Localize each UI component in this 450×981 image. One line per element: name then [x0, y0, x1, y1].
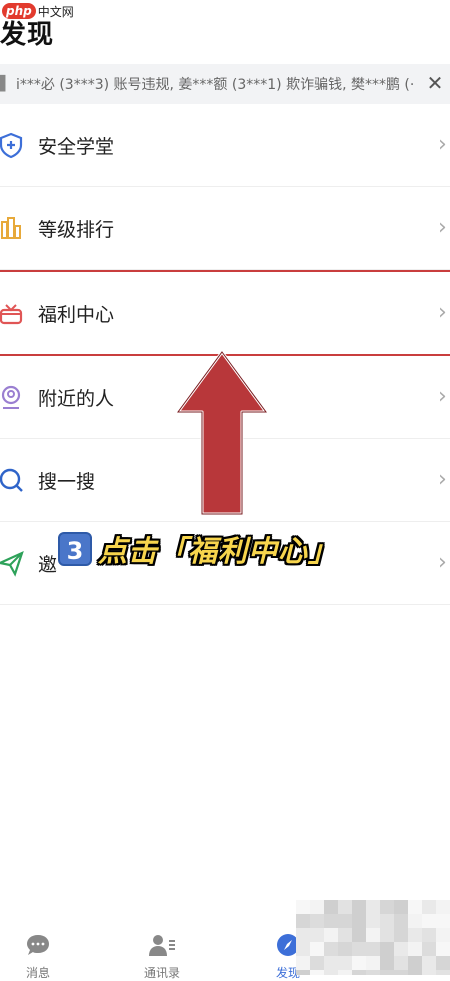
tab-contacts[interactable]: 通讯录 [132, 932, 192, 981]
tab-messages[interactable]: 消息 [8, 932, 68, 981]
pointer-arrow-icon [172, 348, 272, 522]
watermark-text: 中文网 [37, 4, 74, 19]
speaker-icon: ▌ [0, 76, 11, 92]
menu-item-label: 福利中心 [38, 303, 115, 326]
notice-ticker: ▌ i***必 (3***3) 账号违规, 姜***额 (3***1) 欺诈骗钱… [0, 64, 450, 104]
pixelated-overlay [296, 900, 450, 975]
chevron-right-icon: › [438, 300, 447, 325]
chevron-right-icon: › [438, 215, 447, 240]
site-watermark: php 中文网 [0, 0, 74, 22]
paper-plane-icon [0, 548, 26, 578]
menu-item-label: 等级排行 [38, 218, 115, 241]
location-pin-icon [0, 382, 26, 412]
shield-icon [0, 130, 26, 160]
menu-item-label: 附近的人 [38, 387, 115, 410]
step-instruction: 点击「福利中心」 [98, 534, 339, 568]
step-number-badge: 3 [58, 532, 92, 566]
search-icon [0, 465, 26, 495]
menu-item-safety-school[interactable]: 安全学堂 › [0, 104, 450, 187]
menu-item-label: 安全学堂 [38, 135, 115, 158]
gift-icon [0, 298, 26, 328]
tab-label: 通讯录 [143, 966, 180, 980]
close-icon[interactable]: ✕ [424, 72, 446, 94]
trophy-icon [0, 213, 26, 243]
chevron-right-icon: › [438, 467, 447, 492]
contacts-icon [147, 935, 177, 962]
menu-item-welfare-center[interactable]: 福利中心 › [0, 270, 450, 356]
ticker-text: i***必 (3***3) 账号违规, 姜***额 (3***1) 欺诈骗钱, … [16, 77, 415, 93]
step-caption: 3 点击「福利中心」 [58, 528, 338, 570]
menu-item-level-ranking[interactable]: 等级排行 › [0, 187, 450, 270]
chevron-right-icon: › [438, 550, 447, 575]
tab-label: 消息 [25, 966, 50, 980]
chat-bubble-icon [25, 935, 51, 962]
menu-item-label: 邀 [38, 553, 58, 576]
php-logo: php [2, 3, 36, 19]
menu-item-label: 搜一搜 [38, 470, 96, 493]
chevron-right-icon: › [438, 132, 447, 157]
chevron-right-icon: › [438, 384, 447, 409]
